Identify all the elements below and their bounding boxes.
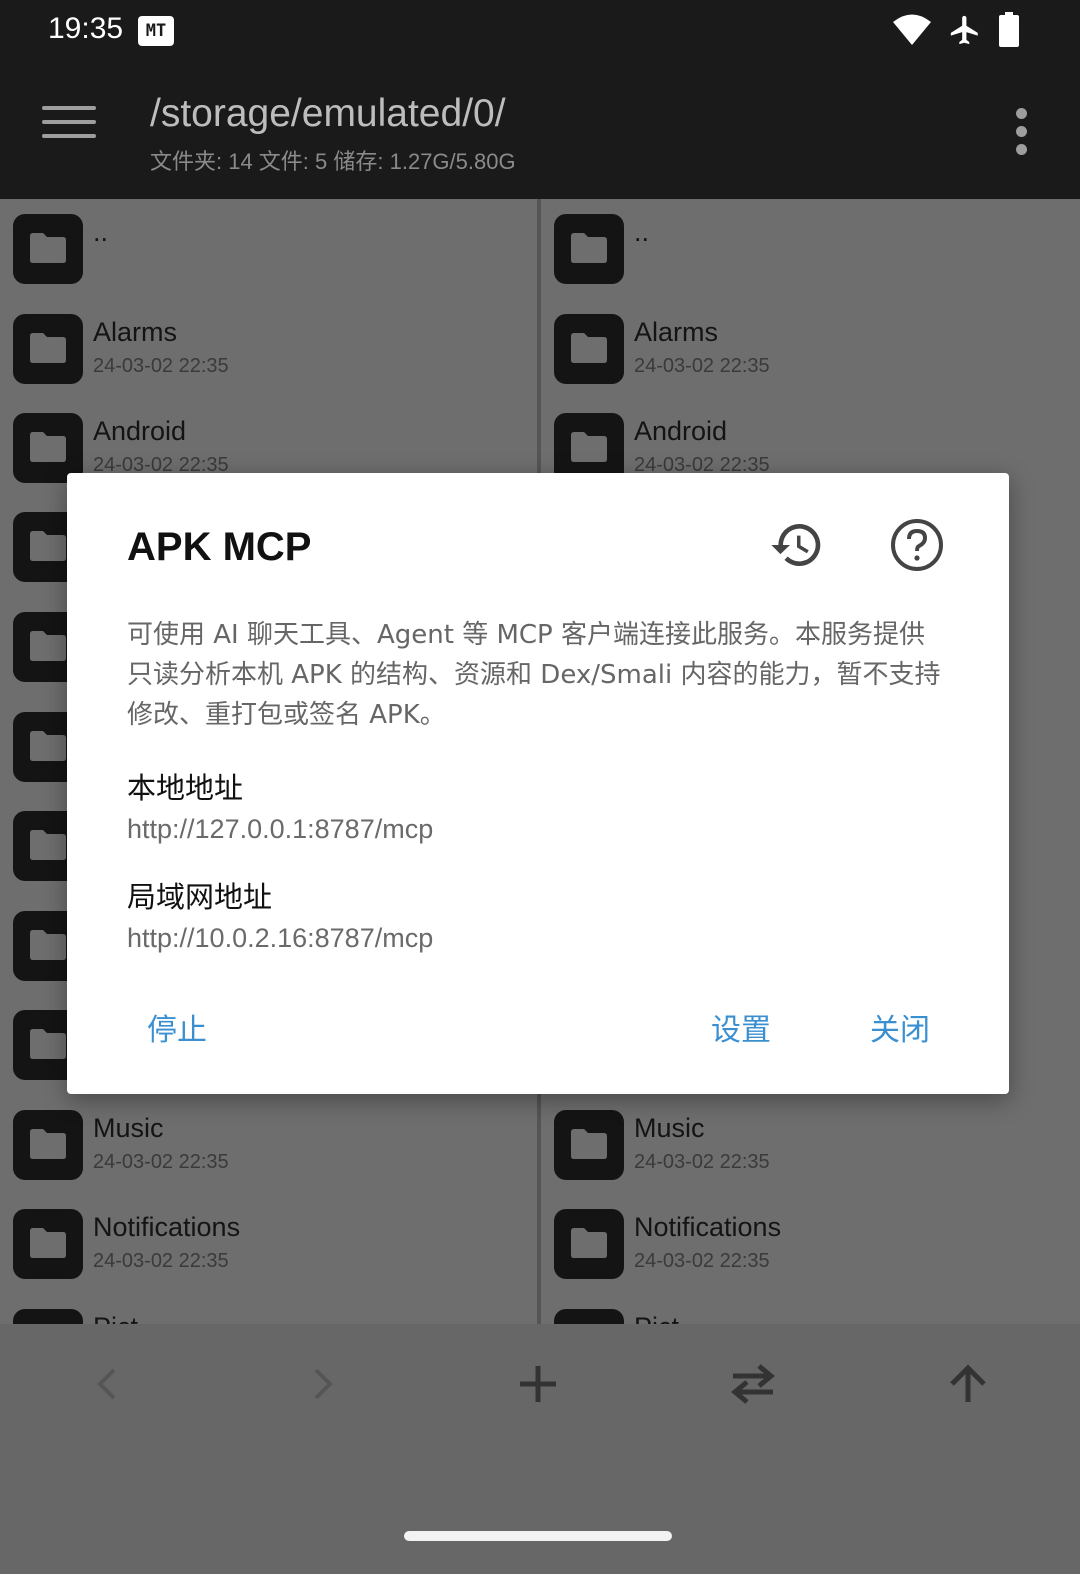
folder-icon: [554, 1209, 624, 1279]
dialog-description: 可使用 AI 聊天工具、Agent 等 MCP 客户端连接此服务。本服务提供只读…: [127, 620, 941, 730]
file-name: Notifications: [93, 1212, 241, 1242]
history-icon[interactable]: [769, 517, 825, 573]
file-name: Music: [93, 1113, 164, 1143]
menu-icon[interactable]: [42, 106, 96, 146]
file-name: Android: [93, 416, 187, 446]
folder-icon: [554, 314, 624, 384]
file-name: Android: [634, 416, 728, 446]
file-name: Music: [634, 1113, 705, 1143]
folder-icon: [13, 1110, 83, 1180]
status-bar: 19:35 MT: [0, 0, 1080, 62]
list-item[interactable]: ..: [541, 199, 1080, 299]
folder-icon: [13, 214, 83, 284]
folder-icon: [554, 1309, 624, 1324]
wifi-icon: [893, 14, 931, 45]
list-item[interactable]: Alarms 24-03-02 22:35: [541, 299, 1080, 399]
lan-address-value[interactable]: http://10.0.2.16:8787/mcp: [127, 923, 433, 954]
swap-icon[interactable]: [723, 1354, 783, 1414]
stop-button[interactable]: 停止: [147, 1005, 207, 1049]
file-name: ..: [634, 217, 650, 247]
storage-summary: 文件夹: 14 文件: 5 储存: 1.27G/5.80G: [150, 149, 516, 174]
bottom-action-bar: [0, 1324, 1080, 1574]
mt-app-icon: MT: [138, 16, 174, 46]
list-item[interactable]: Notifications 24-03-02 22:35: [0, 1194, 537, 1294]
list-item[interactable]: Music 24-03-02 22:35: [0, 1095, 537, 1195]
app-toolbar: /storage/emulated/0/ 文件夹: 14 文件: 5 储存: 1…: [0, 62, 1080, 199]
file-name: Notifications: [634, 1212, 782, 1242]
battery-icon: [999, 12, 1019, 47]
more-vert-icon[interactable]: [1016, 108, 1028, 162]
up-arrow-icon[interactable]: [938, 1354, 998, 1414]
back-arrow-icon[interactable]: [78, 1354, 138, 1414]
file-date: 24-03-02 22:35: [93, 1250, 229, 1272]
apk-mcp-dialog: APK MCP 可使用 AI 聊天工具、Agent 等 MCP 客户端连接此服务…: [67, 473, 1009, 1094]
forward-arrow-icon[interactable]: [292, 1354, 352, 1414]
list-item[interactable]: Alarms 24-03-02 22:35: [0, 299, 537, 399]
file-name: ..: [93, 217, 109, 247]
lan-address-label: 局域网地址: [127, 880, 273, 914]
list-item[interactable]: Pict: [0, 1294, 537, 1324]
dialog-title: APK MCP: [127, 525, 312, 569]
file-date: 24-03-02 22:35: [634, 1151, 770, 1173]
file-name: Alarms: [93, 317, 178, 347]
home-gesture-bar[interactable]: [404, 1531, 672, 1541]
file-name: Alarms: [634, 317, 719, 347]
local-address-label: 本地地址: [127, 771, 244, 805]
file-date: 24-03-02 22:35: [93, 1151, 229, 1173]
status-time: 19:35: [48, 12, 124, 45]
list-item[interactable]: Music 24-03-02 22:35: [541, 1095, 1080, 1195]
file-date: 24-03-02 22:35: [634, 1250, 770, 1272]
folder-icon: [13, 1209, 83, 1279]
folder-icon: [554, 1110, 624, 1180]
help-icon[interactable]: [889, 517, 945, 573]
file-name: Pict: [634, 1312, 679, 1324]
list-item[interactable]: Pict: [541, 1294, 1080, 1324]
airplane-icon: [950, 15, 978, 45]
add-icon[interactable]: [508, 1354, 568, 1414]
folder-icon: [554, 214, 624, 284]
settings-button[interactable]: 设置: [711, 1005, 771, 1049]
file-name: Pict: [93, 1312, 138, 1324]
folder-icon: [13, 314, 83, 384]
file-date: 24-03-02 22:35: [93, 355, 229, 377]
close-button[interactable]: 关闭: [870, 1005, 930, 1049]
path-title: /storage/emulated/0/: [150, 92, 506, 135]
local-address-value[interactable]: http://127.0.0.1:8787/mcp: [127, 814, 433, 845]
list-item[interactable]: Notifications 24-03-02 22:35: [541, 1194, 1080, 1294]
status-icons: [892, 12, 1020, 48]
file-date: 24-03-02 22:35: [634, 355, 770, 377]
list-item[interactable]: ..: [0, 199, 537, 299]
folder-icon: [13, 1309, 83, 1324]
